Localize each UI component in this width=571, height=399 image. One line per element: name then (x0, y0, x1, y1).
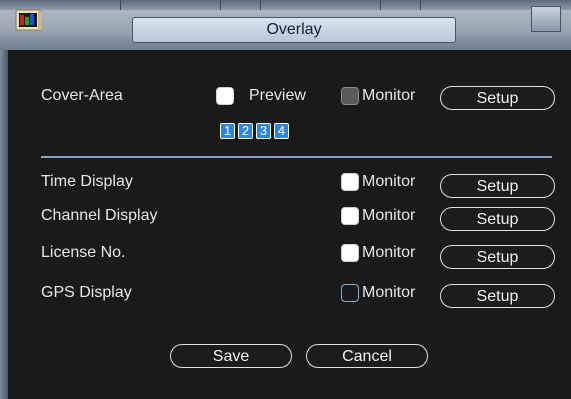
channel-display-monitor-checkbox[interactable] (341, 207, 359, 225)
cover-area-setup-button[interactable]: Setup (440, 86, 555, 110)
cover-area-monitor-label: Monitor (362, 87, 416, 104)
strip-mark (220, 0, 221, 10)
window-left-border (0, 50, 8, 399)
strip-mark (420, 0, 421, 10)
license-no-setup-button[interactable]: Setup (440, 245, 555, 269)
time-display-setup-button[interactable]: Setup (440, 174, 555, 198)
cover-area-preview-checkbox[interactable] (216, 87, 234, 105)
cancel-button[interactable]: Cancel (306, 344, 428, 368)
dialog-title: Overlay (132, 17, 456, 43)
strip-mark (120, 0, 121, 10)
channel-display-label: Channel Display (41, 207, 158, 224)
license-no-monitor-label: Monitor (362, 244, 416, 261)
gps-display-monitor-checkbox[interactable] (341, 284, 359, 302)
strip-mark (260, 0, 261, 10)
channel-display-setup-button[interactable]: Setup (440, 207, 555, 231)
save-button[interactable]: Save (170, 344, 292, 368)
area-2-button[interactable]: 2 (238, 123, 253, 139)
license-no-monitor-checkbox[interactable] (341, 244, 359, 262)
title-bar-top-strip (0, 0, 571, 10)
cover-area-label: Cover-Area (41, 87, 123, 104)
gps-display-label: GPS Display (41, 284, 132, 301)
license-no-label: License No. (41, 244, 126, 261)
area-4-button[interactable]: 4 (274, 123, 289, 139)
overlay-dialog: Overlay Cover-Area Preview Monitor Setup… (0, 0, 571, 399)
time-display-monitor-checkbox[interactable] (341, 173, 359, 191)
gps-display-monitor-label: Monitor (362, 284, 416, 301)
cover-area-preview-label: Preview (249, 87, 306, 104)
time-display-monitor-label: Monitor (362, 173, 416, 190)
area-1-button[interactable]: 1 (220, 123, 235, 139)
section-divider (41, 156, 552, 158)
area-3-button[interactable]: 3 (256, 123, 271, 139)
time-display-label: Time Display (41, 173, 133, 190)
title-bar[interactable]: Overlay (0, 0, 571, 50)
monitor-icon (15, 9, 42, 31)
cover-area-monitor-checkbox[interactable] (341, 87, 359, 105)
gps-display-setup-button[interactable]: Setup (440, 284, 555, 308)
close-icon[interactable] (531, 6, 561, 32)
strip-mark (380, 0, 381, 10)
channel-display-monitor-label: Monitor (362, 207, 416, 224)
